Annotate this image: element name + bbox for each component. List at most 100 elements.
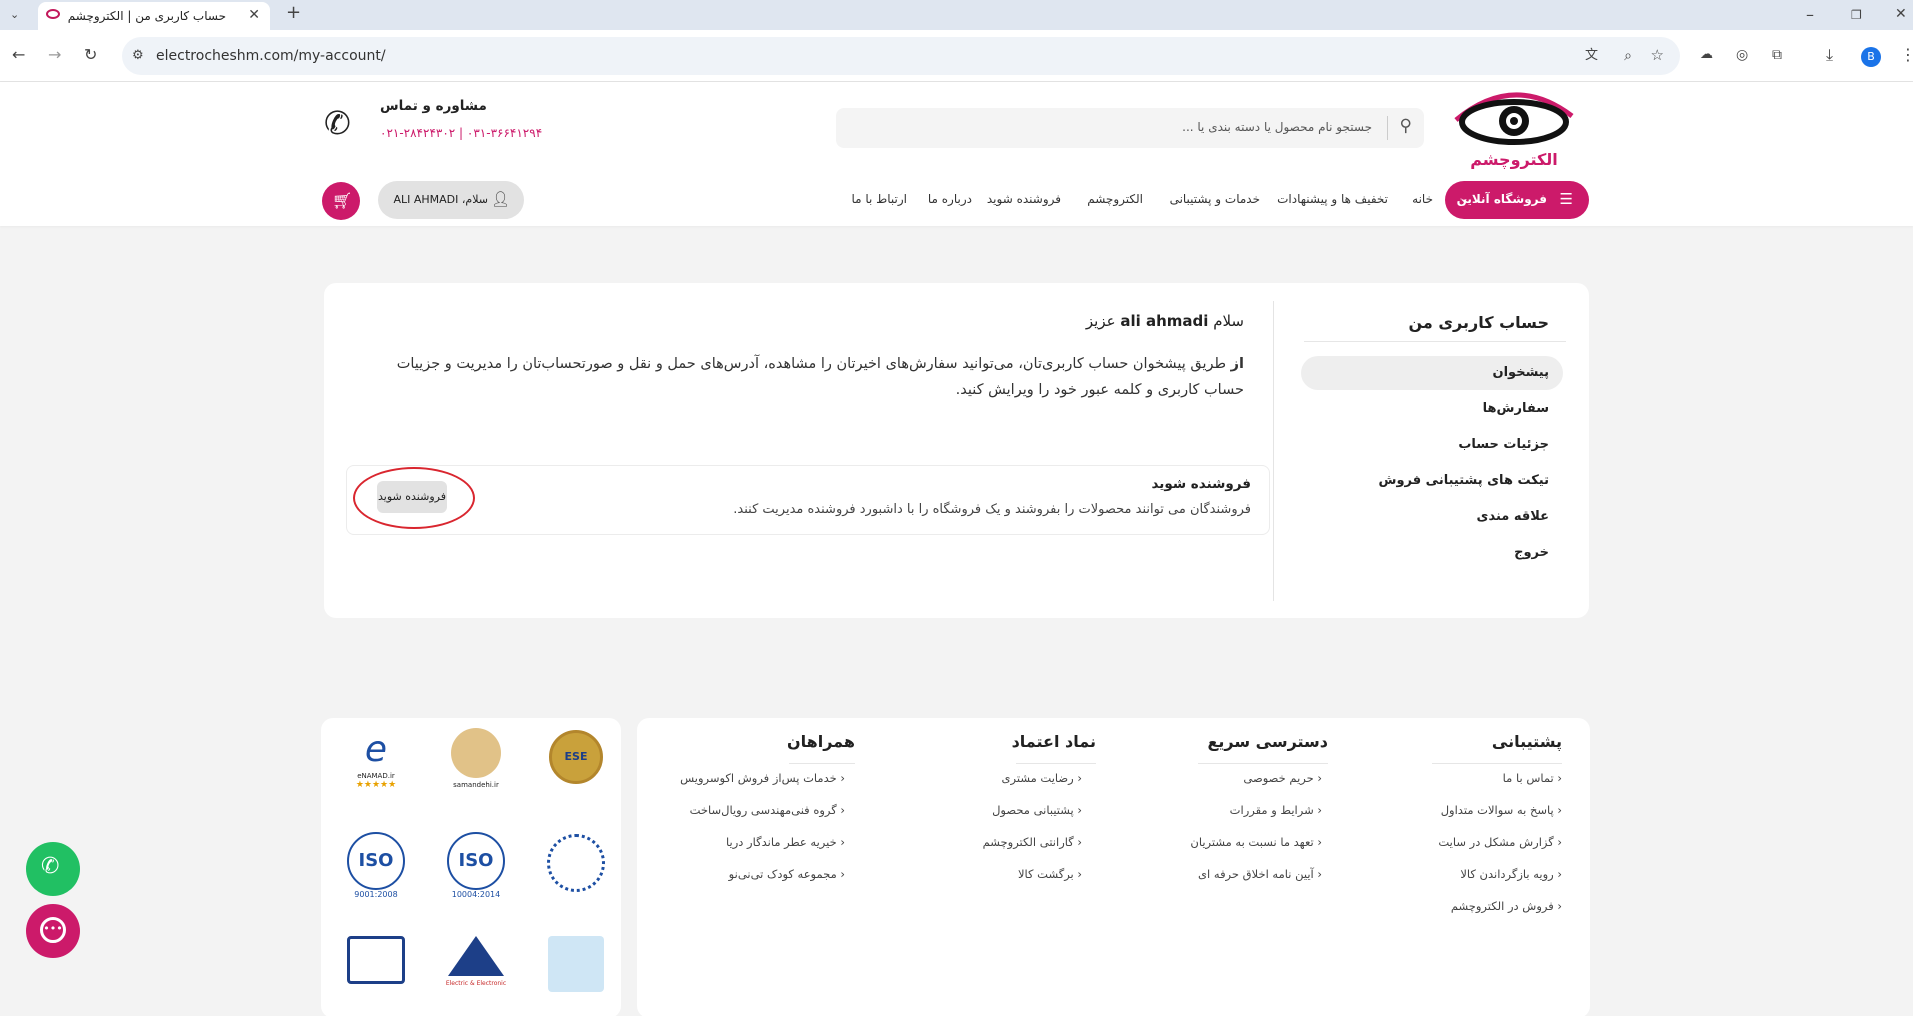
new-tab-icon[interactable]: + xyxy=(286,4,301,22)
minimize-icon[interactable]: – xyxy=(1806,7,1814,23)
search-icon[interactable]: ⚲ xyxy=(1400,118,1412,135)
nav-item-offers[interactable]: تخفیف ها و پیشنهادات xyxy=(1277,192,1388,206)
footer-link[interactable]: ‹ فروش در الکتروچشم xyxy=(1451,899,1562,913)
search-box[interactable]: جستجو نام محصول یا دسته بندی یا ... ⚲ xyxy=(836,108,1424,148)
bookmark-star-icon[interactable]: ☆ xyxy=(1651,47,1664,63)
footer-link-text[interactable]: مجموعه کودک تی‌نی‌نو xyxy=(729,867,837,881)
profile-avatar[interactable]: B xyxy=(1861,47,1881,67)
maximize-icon[interactable]: ❐ xyxy=(1851,7,1862,23)
footer-link[interactable]: ‹ رویه بازگرداندن کالا xyxy=(1460,867,1562,881)
nav-item-contact[interactable]: ارتباط با ما xyxy=(851,192,907,206)
footer-link-text[interactable]: پاسخ به سوالات متداول xyxy=(1441,803,1554,817)
footer-link[interactable]: ‹ خیریه عطر ماندگار دریا xyxy=(726,835,845,849)
footer-links-panel: پشتیبانی ‹ تماس با ما ‹ پاسخ به سوالات م… xyxy=(637,718,1590,1016)
site-logo[interactable]: الکتروچشم xyxy=(1452,86,1576,170)
enamad-badge[interactable]: e eNAMAD.ir ★★★★★ xyxy=(341,728,411,798)
logo-text: الکتروچشم xyxy=(1470,150,1558,169)
footer-link-text[interactable]: فروش در الکتروچشم xyxy=(1451,899,1554,913)
extension-circle-icon[interactable]: ◎ xyxy=(1736,47,1748,63)
vendor-title: فروشنده شوید xyxy=(1151,476,1252,492)
electric-guild-badge[interactable]: Electric & Electronic xyxy=(441,936,511,1006)
kids-badge[interactable] xyxy=(541,936,611,1006)
kids-logo-icon xyxy=(548,936,604,992)
footer-link-text[interactable]: گروه فنی‌مهندسی رویال‌ساخت xyxy=(690,803,837,817)
iso-9001-badge[interactable]: ISO 9001:2008 xyxy=(341,832,411,902)
footer-link[interactable]: ‹ گزارش مشکل در سایت xyxy=(1438,835,1562,849)
cart-icon: 🛒︎ xyxy=(332,191,353,210)
site-settings-icon[interactable]: ⚙ xyxy=(132,48,144,64)
user-account-button[interactable]: 👤︎ سلام، ALI AHMADI xyxy=(378,181,524,219)
footer-link-text[interactable]: برگشت کالا xyxy=(1018,867,1074,881)
footer-link-text[interactable]: شرایط و مقررات xyxy=(1230,803,1314,817)
menu-item-orders[interactable]: سفارش‌ها xyxy=(1483,401,1549,416)
footer-link[interactable]: ‹ پشتیبانی محصول xyxy=(992,803,1082,817)
samandehi-badge[interactable]: samandehi.ir xyxy=(441,728,511,798)
reload-icon[interactable]: ↻ xyxy=(84,47,97,63)
footer-link[interactable]: ‹ خدمات پس‌از فروش اکوسرویس xyxy=(680,771,845,785)
footer-link[interactable]: ‹ برگشت کالا xyxy=(1018,867,1082,881)
menu-item-logout[interactable]: خروج xyxy=(1514,545,1549,560)
extensions-puzzle-icon[interactable]: ⧉ xyxy=(1772,47,1782,63)
sidebar-divider xyxy=(1304,341,1566,342)
chat-button[interactable]: ••• xyxy=(26,904,80,958)
nav-item-electrocheshm[interactable]: الکتروچشم xyxy=(1087,192,1143,206)
browser-menu-icon[interactable]: ⋮ xyxy=(1900,47,1913,63)
footer-link[interactable]: ‹ گروه فنی‌مهندسی رویال‌ساخت xyxy=(690,803,845,817)
phone-icon: ✆ xyxy=(324,104,351,142)
footer-link-text[interactable]: حریم خصوصی xyxy=(1243,771,1313,785)
contact-phones[interactable]: ۰۳۱-۳۶۶۴۱۲۹۴ | ۰۲۱-۲۸۴۲۴۳۰۲ xyxy=(380,126,542,140)
nav-item-home[interactable]: خانه xyxy=(1412,192,1433,206)
footer-link-text[interactable]: رضایت مشتری xyxy=(1002,771,1074,785)
footer-link-text[interactable]: رویه بازگرداندن کالا xyxy=(1460,867,1553,881)
footer-link-text[interactable]: خیریه عطر ماندگار دریا xyxy=(726,835,837,849)
close-window-icon[interactable]: ✕ xyxy=(1895,6,1907,22)
footer-link-text[interactable]: گزارش مشکل در سایت xyxy=(1438,835,1553,849)
footer-link[interactable]: ‹ رضایت مشتری xyxy=(1002,771,1082,785)
footer-link[interactable]: ‹ گارانتی الکتروچشم xyxy=(983,835,1082,849)
translate-icon[interactable]: 文 xyxy=(1585,48,1598,64)
user-greeting: سلام، ALI AHMADI xyxy=(393,193,488,206)
nav-item-about[interactable]: درباره ما xyxy=(928,192,972,206)
footer-link-text[interactable]: گارانتی الکتروچشم xyxy=(983,835,1074,849)
address-bar[interactable]: ⚙ electrocheshm.com/my-account/ 文 ⌕ ☆ xyxy=(122,37,1680,75)
footer-link[interactable]: ‹ آیین نامه اخلاق حرفه ای xyxy=(1198,867,1322,881)
menu-item-wishlist[interactable]: علاقه مندی xyxy=(1477,509,1549,524)
search-input[interactable]: جستجو نام محصول یا دسته بندی یا ... xyxy=(1182,120,1372,134)
extension-cloud-icon[interactable]: ☁ xyxy=(1700,47,1713,63)
zoom-icon[interactable]: ⌕ xyxy=(1624,48,1632,64)
engineering-badge[interactable] xyxy=(341,936,411,1006)
menu-item-dashboard[interactable]: پیشخوان xyxy=(1493,365,1550,380)
ese-badge[interactable]: ESE xyxy=(541,730,611,800)
back-icon[interactable]: ← xyxy=(12,47,25,63)
online-shop-button[interactable]: ☰ فروشگاه آنلاین ⌄ xyxy=(1445,181,1589,219)
footer-link-text[interactable]: خدمات پس‌از فروش اکوسرویس xyxy=(680,771,837,785)
union-badge[interactable] xyxy=(541,834,611,904)
cart-button[interactable]: 🛒︎ xyxy=(322,182,360,220)
menu-item-support-tickets[interactable]: تیکت های پشتیبانی فروش xyxy=(1379,473,1549,488)
footer-link-text[interactable]: آیین نامه اخلاق حرفه ای xyxy=(1198,867,1314,881)
footer-link[interactable]: ‹ تماس با ما xyxy=(1503,771,1562,785)
footer-link[interactable]: ‹ پاسخ به سوالات متداول xyxy=(1441,803,1562,817)
online-shop-label: فروشگاه آنلاین xyxy=(1456,192,1547,206)
tab-list-chevron-icon[interactable]: ⌄ xyxy=(10,7,19,23)
whatsapp-button[interactable]: ✆ xyxy=(26,842,80,896)
footer-link-text[interactable]: تعهد ما نسبت به مشتریان xyxy=(1190,835,1313,849)
download-icon[interactable]: ⤓ xyxy=(1826,47,1833,63)
iso-10004-badge[interactable]: ISO 10004:2014 xyxy=(441,832,511,902)
browser-tab[interactable]: حساب کاربری من | الکتروچشم ✕ xyxy=(38,2,270,30)
forward-icon[interactable]: → xyxy=(48,47,61,63)
url-text[interactable]: electrocheshm.com/my-account/ xyxy=(156,48,386,64)
footer-link-text[interactable]: تماس با ما xyxy=(1503,771,1554,785)
content-divider xyxy=(1273,301,1274,601)
nav-item-services[interactable]: خدمات و پشتیبانی xyxy=(1170,192,1260,206)
footer-link[interactable]: ‹ تعهد ما نسبت به مشتریان xyxy=(1190,835,1322,849)
nav-item-become-vendor[interactable]: فروشنده شوید xyxy=(987,192,1061,206)
footer-link[interactable]: ‹ مجموعه کودک تی‌نی‌نو xyxy=(729,867,845,881)
footer-link[interactable]: ‹ شرایط و مقررات xyxy=(1230,803,1322,817)
footer-link-text[interactable]: پشتیبانی محصول xyxy=(992,803,1074,817)
close-tab-icon[interactable]: ✕ xyxy=(248,7,260,23)
greeting: سلام ali ahmadi عزیز xyxy=(1086,312,1244,330)
menu-item-account-details[interactable]: جزئیات حساب xyxy=(1458,437,1549,452)
footer-col-trust-title: نماد اعتماد xyxy=(1011,732,1096,751)
footer-link[interactable]: ‹ حریم خصوصی xyxy=(1243,771,1322,785)
